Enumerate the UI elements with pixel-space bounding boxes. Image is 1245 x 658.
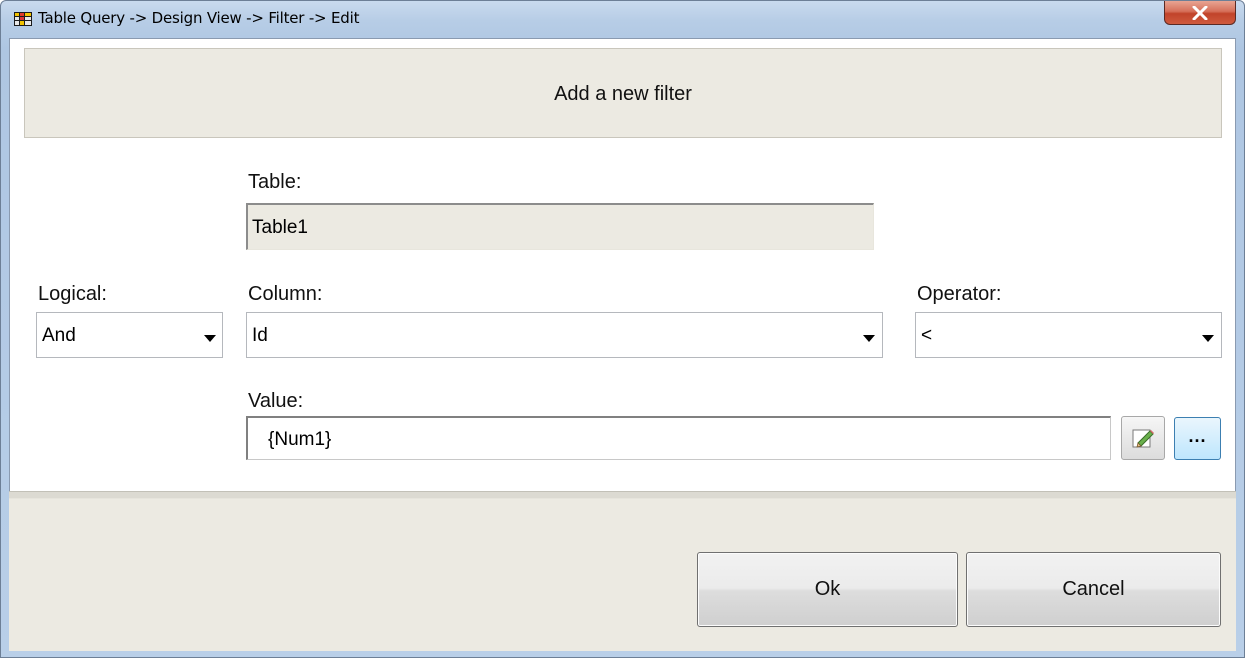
title-bar[interactable]: Table Query -> Design View -> Filter -> …: [1, 1, 1244, 37]
logical-dropdown[interactable]: And: [36, 312, 223, 358]
header-title: Add a new filter: [554, 83, 692, 105]
table-query-icon: [14, 12, 32, 26]
cancel-button-label: Cancel: [1062, 578, 1125, 600]
window-title: Table Query -> Design View -> Filter -> …: [38, 9, 360, 27]
ok-button[interactable]: Ok: [697, 552, 958, 627]
footer-panel: Ok Cancel: [9, 499, 1236, 651]
close-icon: [1192, 6, 1208, 20]
column-label: Column:: [248, 283, 323, 305]
logical-dropdown-value: And: [42, 325, 76, 346]
ok-button-label: Ok: [814, 578, 841, 600]
table-field-value: Table1: [252, 217, 308, 238]
divider: [9, 491, 1236, 499]
table-field: Table1: [246, 203, 874, 250]
dialog-window: Table Query -> Design View -> Filter -> …: [0, 0, 1245, 658]
operator-dropdown-value: <: [921, 325, 933, 346]
table-label: Table:: [248, 171, 302, 193]
value-label: Value:: [248, 390, 304, 412]
chevron-down-icon: [1202, 335, 1214, 342]
cancel-button[interactable]: Cancel: [966, 552, 1221, 627]
chevron-down-icon: [204, 335, 216, 342]
column-dropdown[interactable]: Id: [246, 312, 883, 358]
column-dropdown-value: Id: [252, 325, 268, 346]
operator-label: Operator:: [917, 283, 1002, 305]
pencil-edit-icon: [1132, 429, 1154, 448]
close-button[interactable]: [1164, 1, 1236, 25]
value-input[interactable]: {Num1}: [246, 416, 1111, 460]
chevron-down-icon: [863, 335, 875, 342]
browse-button-label: ...: [1188, 426, 1207, 446]
operator-dropdown[interactable]: <: [915, 312, 1222, 358]
edit-value-button[interactable]: [1121, 416, 1165, 460]
header-panel: Add a new filter: [24, 48, 1222, 138]
browse-button[interactable]: ...: [1174, 417, 1221, 460]
logical-label: Logical:: [38, 283, 107, 305]
value-input-text: {Num1}: [268, 429, 332, 450]
